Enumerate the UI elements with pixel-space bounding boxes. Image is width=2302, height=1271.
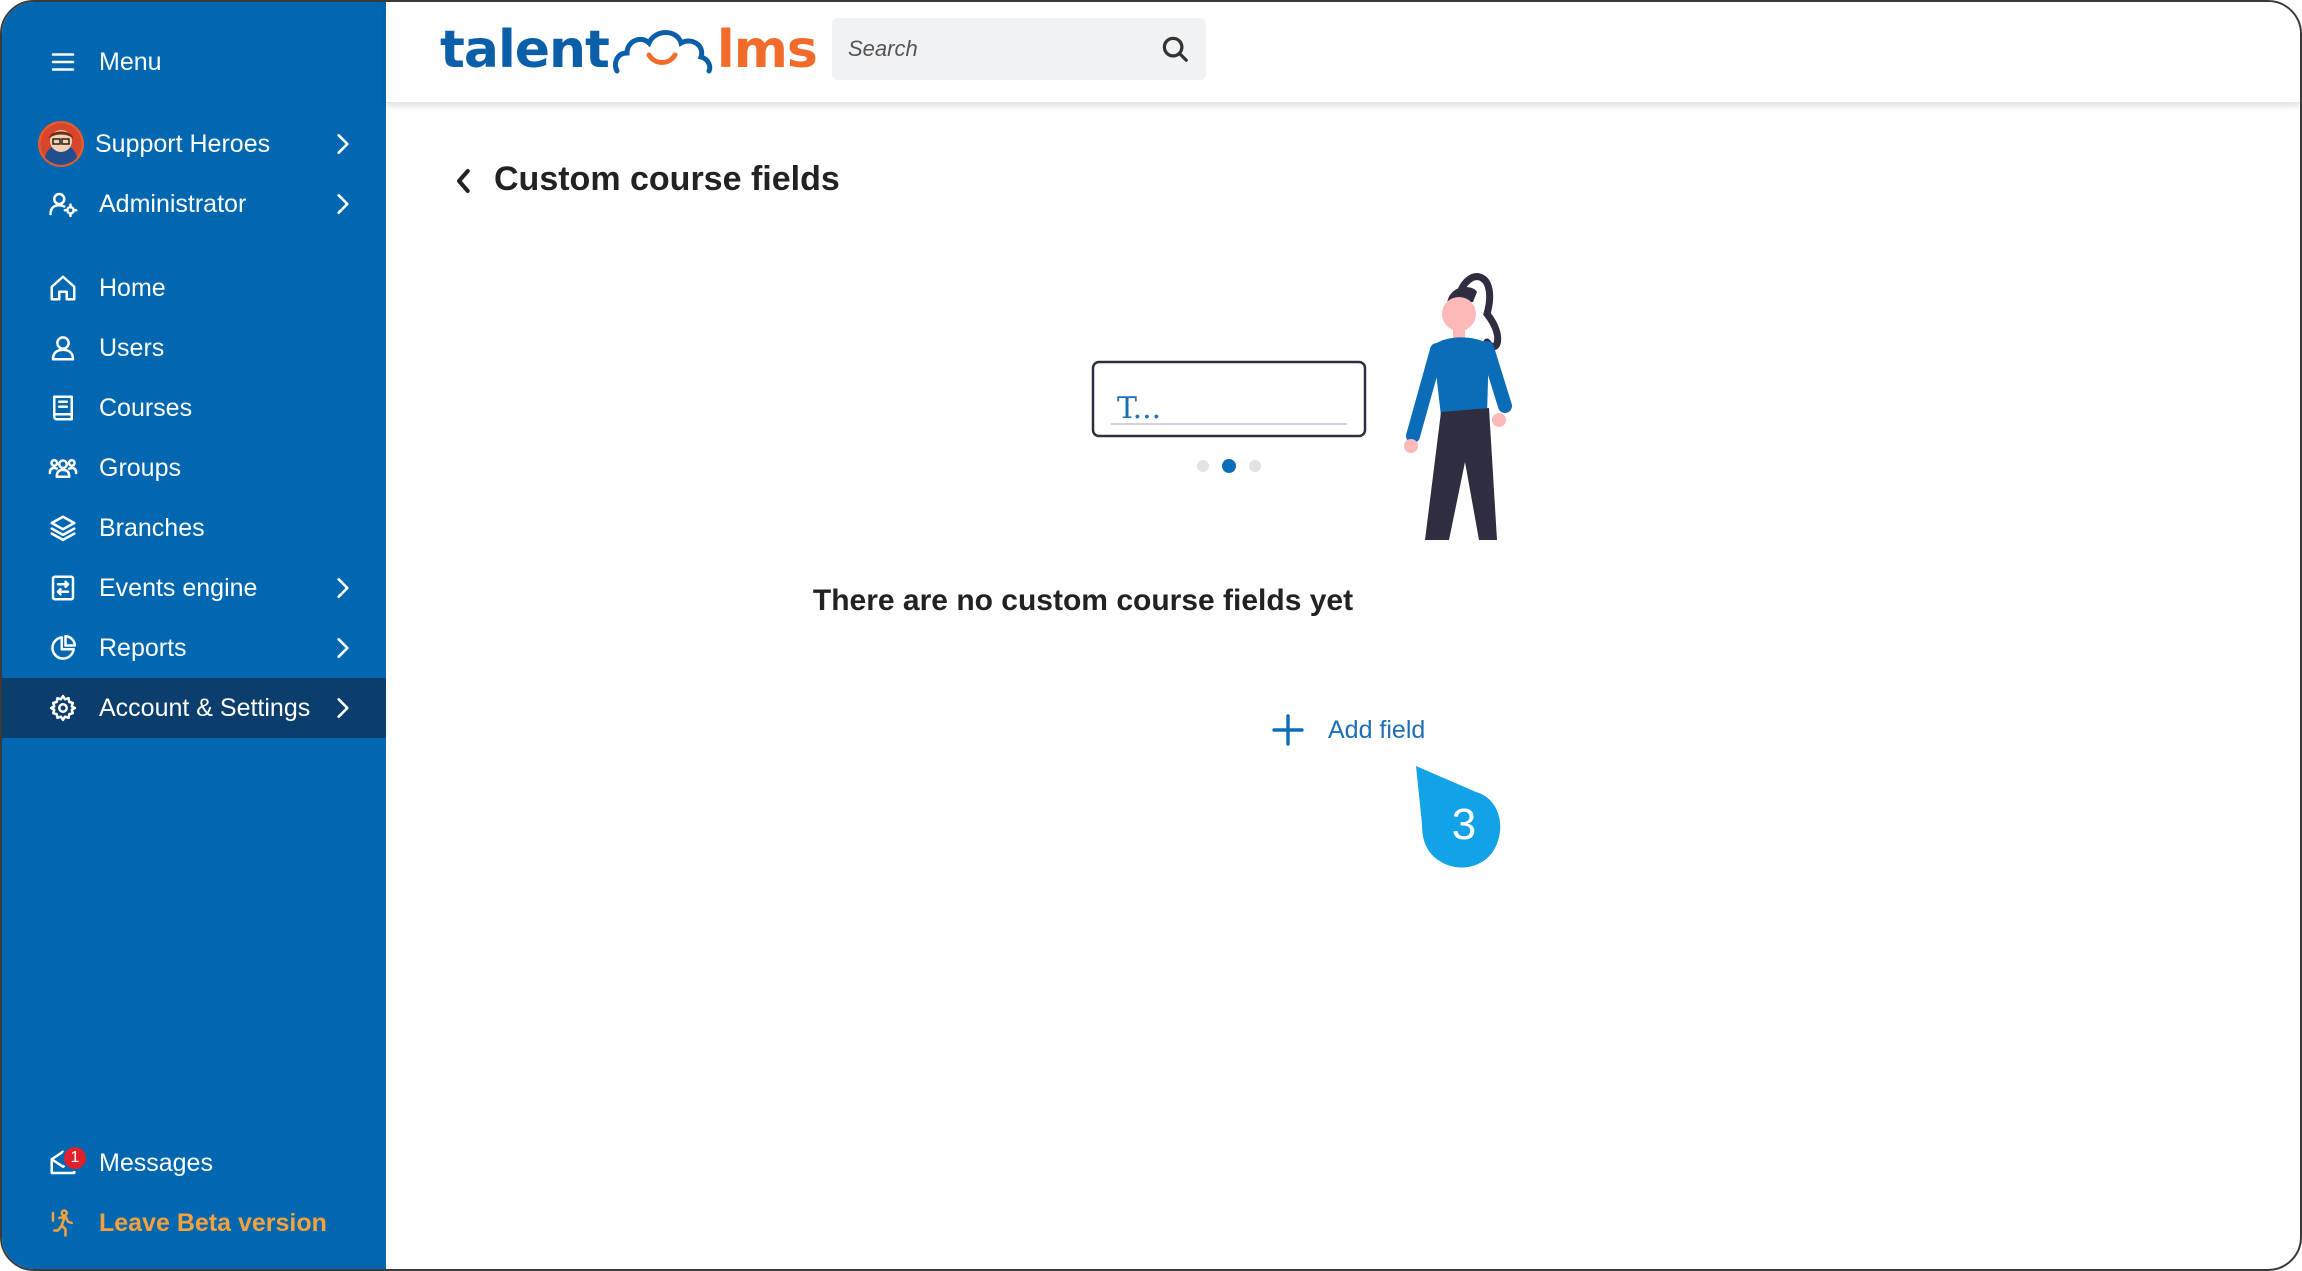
sidebar-item-home[interactable]: Home [2,258,386,318]
group-icon [46,451,80,485]
sidebar-item-label: Users [99,333,165,362]
chevron-right-icon [330,695,356,721]
sidebar-item-branches[interactable]: Branches [2,498,386,558]
sidebar-item-label: Courses [99,393,193,422]
logo-text-talent: talent [440,20,610,80]
leave-beta-button[interactable]: Leave Beta version [2,1193,386,1253]
logo-text-lms: lms [716,20,818,80]
illustration-text: T... [1117,391,1161,426]
sidebar-item-label: Reports [99,633,187,662]
sidebar-item-messages[interactable]: 1 Messages [2,1133,386,1193]
top-header: talent lms [386,2,2300,103]
chevron-right-icon [330,635,356,661]
search-icon[interactable] [1160,34,1190,64]
sidebar-item-label: Leave Beta version [99,1208,327,1237]
chevron-right-icon [330,131,356,157]
user-gear-icon [46,187,80,221]
user-icon [46,331,80,365]
add-field-label: Add field [1328,715,1426,744]
plus-icon [1270,712,1306,748]
sidebar: Menu Support Heroes Administrator Home U… [2,2,386,1269]
book-icon [46,391,80,425]
messages-badge: 1 [62,1145,88,1171]
add-field-button[interactable]: Add field [1270,708,1425,752]
sidebar-item-administrator[interactable]: Administrator [2,174,386,234]
sidebar-item-label: Home [99,273,166,302]
exit-person-icon [46,1206,80,1240]
sidebar-item-label: Account & Settings [99,693,311,722]
talentlms-logo[interactable]: talent lms [440,20,818,80]
sidebar-item-label: Administrator [99,189,247,218]
pie-chart-icon [46,631,80,665]
home-icon [46,271,80,305]
menu-toggle[interactable]: Menu [2,32,386,92]
sidebar-item-label: Support Heroes [95,129,271,158]
empty-state-message: There are no custom course fields yet [2,584,2300,618]
sidebar-item-users[interactable]: Users [2,318,386,378]
sidebar-item-label: Branches [99,513,205,542]
cloud-smile-icon [612,30,713,74]
app-window: Menu Support Heroes Administrator Home U… [0,0,2302,1271]
sidebar-item-courses[interactable]: Courses [2,378,386,438]
sidebar-item-groups[interactable]: Groups [2,438,386,498]
search-box [832,18,1206,80]
empty-state-text: There are no custom course fields yet [812,584,1354,617]
hamburger-icon [46,45,80,79]
sidebar-item-support-heroes[interactable]: Support Heroes [2,114,386,174]
avatar [38,121,84,167]
gear-icon [46,691,80,725]
search-input[interactable] [848,36,1148,62]
chevron-right-icon [330,191,356,217]
layers-icon [46,511,80,545]
empty-state-illustration: T... [1087,266,1567,546]
sidebar-item-label: Groups [99,453,181,482]
back-arrow-icon[interactable] [449,166,479,196]
sidebar-item-label: Messages [99,1148,213,1177]
page-title: Custom course fields [494,160,840,198]
step-number: 3 [1451,800,1477,849]
sidebar-item-account-settings[interactable]: Account & Settings [2,678,386,738]
menu-label: Menu [99,47,162,76]
sidebar-item-reports[interactable]: Reports [2,618,386,678]
